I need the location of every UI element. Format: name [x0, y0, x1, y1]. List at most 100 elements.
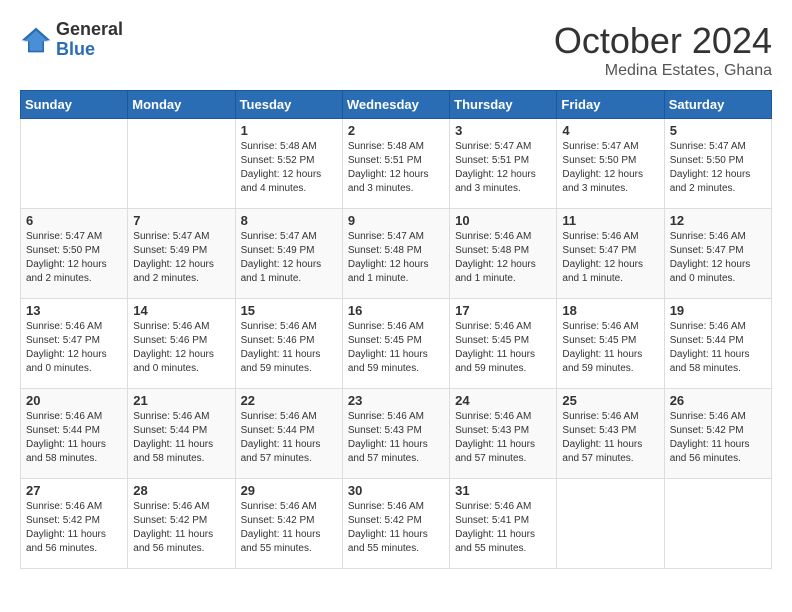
day-cell: [128, 119, 235, 209]
day-number: 5: [670, 123, 766, 138]
day-info: Sunrise: 5:46 AMSunset: 5:41 PMDaylight:…: [455, 500, 551, 556]
day-info: Sunrise: 5:46 AMSunset: 5:48 PMDaylight:…: [455, 230, 551, 286]
day-cell: 28Sunrise: 5:46 AMSunset: 5:42 PMDayligh…: [128, 479, 235, 569]
day-number: 24: [455, 393, 551, 408]
weekday-header-tuesday: Tuesday: [235, 91, 342, 119]
weekday-header-thursday: Thursday: [450, 91, 557, 119]
week-row-4: 20 Sunrise: 5:46 AMSunset: 5:44 PMDayligh…: [21, 389, 772, 479]
day-info: Sunrise: 5:46 AMSunset: 5:44 PMDaylight:…: [670, 320, 766, 376]
day-info: Sunrise: 5:46 AMSunset: 5:43 PMDaylight:…: [562, 410, 658, 466]
day-number: 22: [241, 393, 337, 408]
day-cell: 18 Sunrise: 5:46 AMSunset: 5:45 PMDayligh…: [557, 299, 664, 389]
weekday-header-saturday: Saturday: [664, 91, 771, 119]
weekday-header-wednesday: Wednesday: [342, 91, 449, 119]
day-cell: 20 Sunrise: 5:46 AMSunset: 5:44 PMDayligh…: [21, 389, 128, 479]
day-cell: 7 Sunrise: 5:47 AMSunset: 5:49 PMDaylight…: [128, 209, 235, 299]
day-number: 23: [348, 393, 444, 408]
week-row-1: 1Sunrise: 5:48 AMSunset: 5:52 PMDaylight…: [21, 119, 772, 209]
day-cell: 4 Sunrise: 5:47 AMSunset: 5:50 PMDaylight…: [557, 119, 664, 209]
day-cell: 8 Sunrise: 5:47 AMSunset: 5:49 PMDaylight…: [235, 209, 342, 299]
day-number: 20: [26, 393, 122, 408]
day-cell: 31 Sunrise: 5:46 AMSunset: 5:41 PMDayligh…: [450, 479, 557, 569]
location-title: Medina Estates, Ghana: [554, 62, 772, 80]
day-cell: [664, 479, 771, 569]
day-info: Sunrise: 5:46 AMSunset: 5:42 PMDaylight:…: [26, 500, 122, 556]
day-number: 15: [241, 303, 337, 318]
day-info: Sunrise: 5:47 AMSunset: 5:50 PMDaylight:…: [562, 140, 658, 196]
weekday-header-sunday: Sunday: [21, 91, 128, 119]
day-info: Sunrise: 5:46 AMSunset: 5:45 PMDaylight:…: [562, 320, 658, 376]
week-row-3: 13 Sunrise: 5:46 AMSunset: 5:47 PMDayligh…: [21, 299, 772, 389]
day-cell: 29 Sunrise: 5:46 AMSunset: 5:42 PMDayligh…: [235, 479, 342, 569]
day-number: 29: [241, 483, 337, 498]
day-cell: 5 Sunrise: 5:47 AMSunset: 5:50 PMDaylight…: [664, 119, 771, 209]
day-number: 13: [26, 303, 122, 318]
day-number: 16: [348, 303, 444, 318]
logo: General Blue: [20, 20, 123, 60]
day-number: 12: [670, 213, 766, 228]
day-number: 18: [562, 303, 658, 318]
day-number: 7: [133, 213, 229, 228]
week-row-5: 27Sunrise: 5:46 AMSunset: 5:42 PMDayligh…: [21, 479, 772, 569]
day-cell: 26Sunrise: 5:46 AMSunset: 5:42 PMDayligh…: [664, 389, 771, 479]
day-info: Sunrise: 5:46 AMSunset: 5:42 PMDaylight:…: [670, 410, 766, 466]
day-info: Sunrise: 5:46 AMSunset: 5:42 PMDaylight:…: [348, 500, 444, 556]
day-info: Sunrise: 5:46 AMSunset: 5:42 PMDaylight:…: [133, 500, 229, 556]
day-cell: 1Sunrise: 5:48 AMSunset: 5:52 PMDaylight…: [235, 119, 342, 209]
logo-icon: [20, 26, 52, 54]
day-info: Sunrise: 5:48 AMSunset: 5:51 PMDaylight:…: [348, 140, 444, 196]
day-cell: 17 Sunrise: 5:46 AMSunset: 5:45 PMDayligh…: [450, 299, 557, 389]
day-number: 19: [670, 303, 766, 318]
day-cell: 19 Sunrise: 5:46 AMSunset: 5:44 PMDayligh…: [664, 299, 771, 389]
day-info: Sunrise: 5:48 AMSunset: 5:52 PMDaylight:…: [241, 140, 337, 196]
weekday-header-friday: Friday: [557, 91, 664, 119]
day-cell: 6Sunrise: 5:47 AMSunset: 5:50 PMDaylight…: [21, 209, 128, 299]
day-cell: 3Sunrise: 5:47 AMSunset: 5:51 PMDaylight…: [450, 119, 557, 209]
week-row-2: 6Sunrise: 5:47 AMSunset: 5:50 PMDaylight…: [21, 209, 772, 299]
day-info: Sunrise: 5:46 AMSunset: 5:47 PMDaylight:…: [670, 230, 766, 286]
day-number: 3: [455, 123, 551, 138]
day-info: Sunrise: 5:46 AMSunset: 5:42 PMDaylight:…: [241, 500, 337, 556]
day-cell: [21, 119, 128, 209]
day-info: Sunrise: 5:46 AMSunset: 5:47 PMDaylight:…: [26, 320, 122, 376]
day-info: Sunrise: 5:46 AMSunset: 5:45 PMDaylight:…: [455, 320, 551, 376]
logo-text: General Blue: [56, 20, 123, 60]
title-area: October 2024 Medina Estates, Ghana: [554, 20, 772, 80]
day-cell: 30 Sunrise: 5:46 AMSunset: 5:42 PMDayligh…: [342, 479, 449, 569]
day-number: 4: [562, 123, 658, 138]
day-info: Sunrise: 5:46 AMSunset: 5:43 PMDaylight:…: [348, 410, 444, 466]
day-number: 17: [455, 303, 551, 318]
day-number: 25: [562, 393, 658, 408]
calendar-table: SundayMondayTuesdayWednesdayThursdayFrid…: [20, 90, 772, 569]
day-cell: 9Sunrise: 5:47 AMSunset: 5:48 PMDaylight…: [342, 209, 449, 299]
day-cell: 13 Sunrise: 5:46 AMSunset: 5:47 PMDayligh…: [21, 299, 128, 389]
day-cell: 10Sunrise: 5:46 AMSunset: 5:48 PMDayligh…: [450, 209, 557, 299]
day-cell: 11 Sunrise: 5:46 AMSunset: 5:47 PMDayligh…: [557, 209, 664, 299]
day-info: Sunrise: 5:46 AMSunset: 5:44 PMDaylight:…: [26, 410, 122, 466]
day-number: 8: [241, 213, 337, 228]
day-cell: 2 Sunrise: 5:48 AMSunset: 5:51 PMDaylight…: [342, 119, 449, 209]
page-header: General Blue October 2024 Medina Estates…: [20, 20, 772, 80]
logo-general: General: [56, 20, 123, 40]
day-number: 9: [348, 213, 444, 228]
day-cell: 15Sunrise: 5:46 AMSunset: 5:46 PMDayligh…: [235, 299, 342, 389]
day-number: 2: [348, 123, 444, 138]
day-cell: 21Sunrise: 5:46 AMSunset: 5:44 PMDayligh…: [128, 389, 235, 479]
day-info: Sunrise: 5:46 AMSunset: 5:47 PMDaylight:…: [562, 230, 658, 286]
day-info: Sunrise: 5:46 AMSunset: 5:44 PMDaylight:…: [241, 410, 337, 466]
day-cell: 27Sunrise: 5:46 AMSunset: 5:42 PMDayligh…: [21, 479, 128, 569]
logo-blue: Blue: [56, 40, 123, 60]
day-info: Sunrise: 5:47 AMSunset: 5:49 PMDaylight:…: [133, 230, 229, 286]
day-info: Sunrise: 5:46 AMSunset: 5:43 PMDaylight:…: [455, 410, 551, 466]
day-number: 31: [455, 483, 551, 498]
day-cell: 16 Sunrise: 5:46 AMSunset: 5:45 PMDayligh…: [342, 299, 449, 389]
day-number: 11: [562, 213, 658, 228]
day-number: 30: [348, 483, 444, 498]
day-info: Sunrise: 5:47 AMSunset: 5:49 PMDaylight:…: [241, 230, 337, 286]
day-info: Sunrise: 5:46 AMSunset: 5:45 PMDaylight:…: [348, 320, 444, 376]
day-info: Sunrise: 5:46 AMSunset: 5:44 PMDaylight:…: [133, 410, 229, 466]
day-info: Sunrise: 5:47 AMSunset: 5:50 PMDaylight:…: [670, 140, 766, 196]
day-cell: 22 Sunrise: 5:46 AMSunset: 5:44 PMDayligh…: [235, 389, 342, 479]
day-info: Sunrise: 5:46 AMSunset: 5:46 PMDaylight:…: [133, 320, 229, 376]
day-cell: 14Sunrise: 5:46 AMSunset: 5:46 PMDayligh…: [128, 299, 235, 389]
